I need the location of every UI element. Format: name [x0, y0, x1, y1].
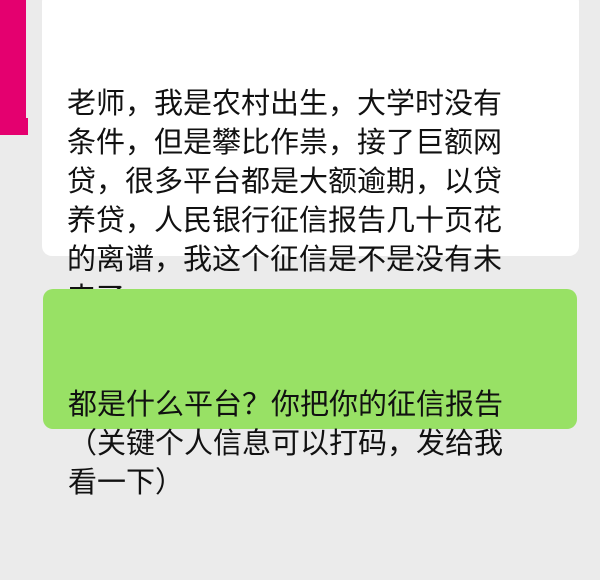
- incoming-message-bubble[interactable]: 老师，我是农村出生，大学时没有 条件，但是攀比作祟，接了巨额网 贷，很多平台都是…: [42, 0, 579, 315]
- sender-avatar[interactable]: [0, 0, 34, 135]
- outgoing-message-bubble[interactable]: 都是什么平台？你把你的征信报告 （关键个人信息可以打码，发给我 看一下）: [43, 289, 577, 499]
- outgoing-message-text: 都是什么平台？你把你的征信报告 （关键个人信息可以打码，发给我 看一下）: [68, 387, 504, 499]
- avatar-edge-drip: [24, 118, 28, 135]
- avatar-edge-drip: [12, 118, 16, 135]
- chat-conversation: 老师，我是农村出生，大学时没有 条件，但是攀比作祟，接了巨额网 贷，很多平台都是…: [0, 0, 600, 499]
- incoming-message-text: 老师，我是农村出生，大学时没有 条件，但是攀比作祟，接了巨额网 贷，很多平台都是…: [67, 86, 503, 315]
- avatar-edge-drip: [0, 118, 4, 135]
- avatar-edge-drip: [18, 118, 22, 130]
- avatar-edge-drip: [6, 118, 10, 132]
- avatar-color-block: [0, 0, 26, 135]
